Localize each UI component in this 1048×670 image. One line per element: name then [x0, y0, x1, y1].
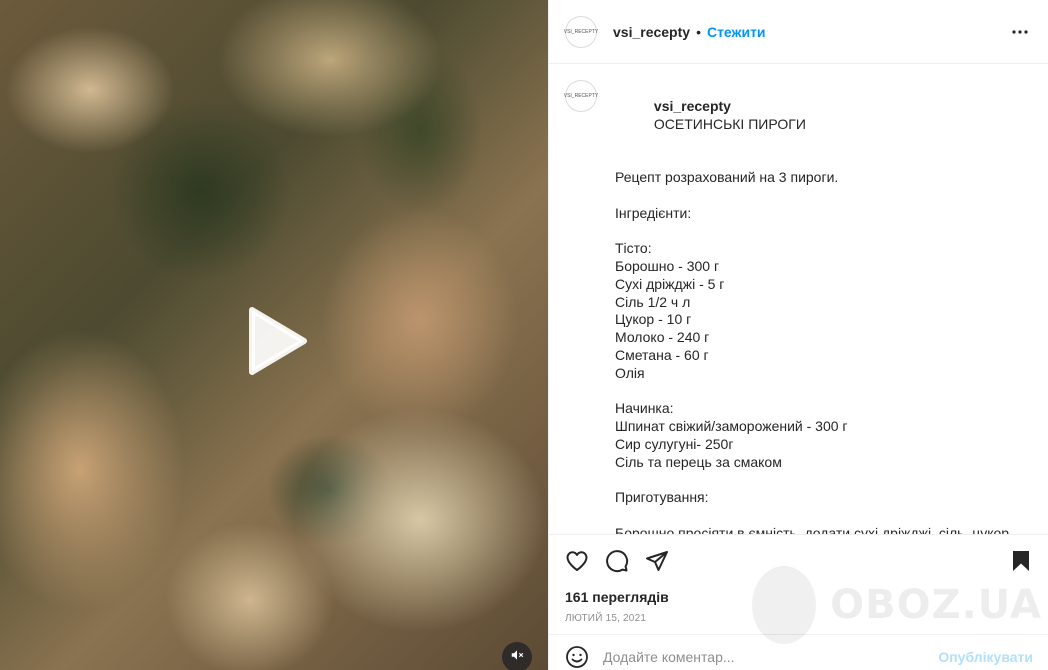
post-video[interactable] [0, 0, 548, 670]
caption-text: Рецепт розрахований на 3 пироги. Інгредіє… [615, 169, 1025, 534]
bookmark-icon[interactable] [1009, 549, 1033, 573]
caption-line: Сир сулугуні- 250г [615, 435, 734, 452]
caption-avatar[interactable]: VSI_RECEPTY [563, 80, 599, 112]
post-date[interactable]: ЛЮТИЙ 15, 2021 [565, 613, 1033, 624]
caption-line: Сіль та перець за смаком [615, 453, 782, 470]
caption-line: Приготування: [615, 489, 709, 506]
publish-button[interactable]: Опублікувати [938, 649, 1033, 665]
caption-username[interactable]: vsi_recepty [654, 98, 731, 114]
caption-line: Борошно - 300 г [615, 257, 720, 274]
post-header: VSI_RECEPTY vsi_recepty • Стежити [549, 0, 1048, 64]
caption-line: Сметана - 60 г [615, 346, 709, 363]
caption-line: Інгредієнти: [615, 204, 692, 221]
caption-line: Сухі дріжджі - 5 г [615, 275, 725, 292]
comment-input[interactable] [603, 648, 939, 665]
play-icon[interactable] [246, 306, 308, 376]
follow-button[interactable]: Стежити [707, 24, 766, 40]
views-count[interactable]: 161 переглядів [565, 589, 1033, 605]
avatar[interactable]: VSI_RECEPTY [563, 15, 599, 48]
separator-dot: • [696, 23, 701, 40]
caption-line: Тісто: [615, 240, 652, 257]
caption-body: vsi_recepty ОСЕТИНСЬКІ ПИРОГИ Рецепт роз… [615, 80, 1025, 534]
caption-line [615, 383, 1025, 401]
caption-line: Олія [615, 364, 645, 381]
header-username[interactable]: vsi_recepty [613, 24, 690, 40]
caption-section: VSI_RECEPTY vsi_recepty ОСЕТИНСЬКІ ПИРОГ… [549, 64, 1048, 534]
caption-line: Борошно просіяти в ємність, додати сухі … [615, 524, 1010, 534]
caption-line: Молоко - 240 г [615, 329, 710, 346]
caption-title: ОСЕТИНСЬКІ ПИРОГИ [653, 115, 806, 132]
more-options-icon[interactable] [1008, 20, 1032, 44]
caption-line: Начинка: [615, 400, 674, 417]
caption-line [615, 507, 1025, 525]
mute-button[interactable] [502, 642, 532, 670]
share-icon[interactable] [645, 549, 669, 573]
actions-section: 161 переглядів ЛЮТИЙ 15, 2021 [549, 534, 1048, 624]
emoji-icon[interactable] [565, 645, 589, 669]
caption-line: Цукор - 10 г [615, 311, 692, 328]
caption-line: Сіль 1/2 ч л [615, 293, 691, 310]
avatar-text: VSI_RECEPTY [563, 28, 599, 35]
avatar-text: VSI_RECEPTY [563, 93, 599, 99]
caption-line: Рецепт розрахований на 3 пироги. [615, 168, 839, 185]
post-panel: VSI_RECEPTY vsi_recepty • Стежити VSI_RE… [548, 0, 1048, 670]
comment-icon[interactable] [605, 549, 629, 573]
caption-line [615, 472, 1025, 490]
heart-icon[interactable] [565, 549, 589, 573]
caption-line [615, 222, 1025, 240]
caption-line [615, 187, 1025, 205]
caption-line: Шпинат свіжий/заморожений - 300 г [615, 418, 848, 435]
comment-bar: Опублікувати [549, 634, 1048, 670]
speaker-muted-icon [510, 648, 524, 667]
